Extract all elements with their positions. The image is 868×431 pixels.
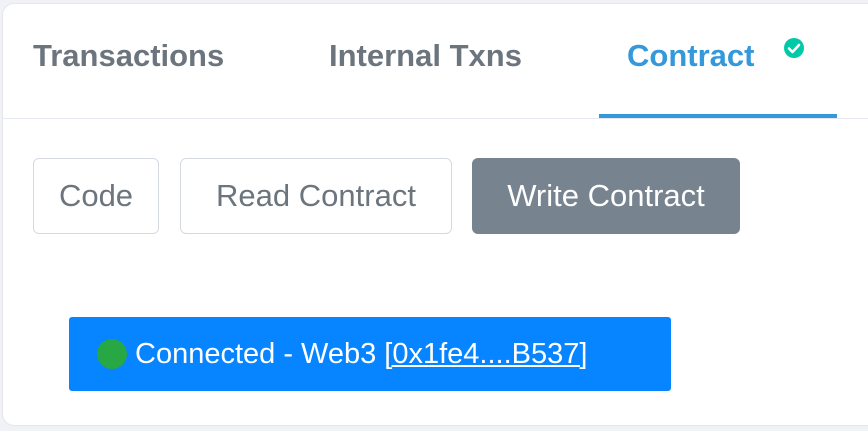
read-contract-button[interactable]: Read Contract <box>180 158 452 234</box>
wallet-address-link[interactable]: [0x1fe4....B537] <box>384 338 587 371</box>
tab-internal-txns[interactable]: Internal Txns <box>329 38 522 74</box>
tab-bar: Transactions Internal Txns Contract <box>3 4 868 119</box>
connection-label: Connected - Web3 <box>135 337 377 370</box>
tab-transactions[interactable]: Transactions <box>33 38 224 74</box>
code-button[interactable]: Code <box>33 158 159 234</box>
web3-connection-button[interactable]: Connected - Web3 [0x1fe4....B537] <box>69 317 671 391</box>
verified-check-icon <box>784 38 804 58</box>
write-contract-button[interactable]: Write Contract <box>472 158 740 234</box>
tab-contract[interactable]: Contract <box>627 38 754 74</box>
active-tab-indicator <box>599 114 837 118</box>
contract-card: Transactions Internal Txns Contract Code… <box>2 3 868 426</box>
status-dot-icon <box>97 339 127 369</box>
